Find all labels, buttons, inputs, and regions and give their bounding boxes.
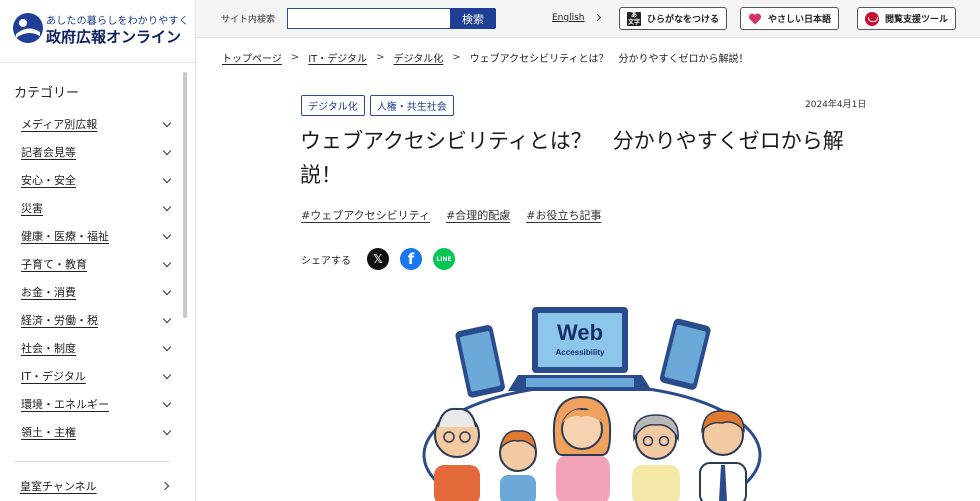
search-input[interactable] <box>287 8 450 29</box>
tag-digitalization[interactable]: デジタル化 <box>301 95 365 116</box>
breadcrumb-separator: > <box>452 52 461 63</box>
english-link[interactable]: English <box>552 13 585 23</box>
person-woman <box>552 395 612 501</box>
facebook-icon[interactable]: f <box>400 248 422 270</box>
publish-date: 2024年4月1日 <box>805 100 867 110</box>
sidebar-item-label: 皇室チャンネル <box>20 480 97 493</box>
hiragana-button-label: ひらがなをつける <box>647 15 720 25</box>
chevron-down-icon <box>162 146 172 155</box>
person-child <box>499 430 537 501</box>
logo-site-name: 政府広報オンライン <box>46 28 182 46</box>
sidebar-item-media[interactable]: メディア別広報 <box>14 110 178 138</box>
sidebar-item-environment[interactable]: 環境・エネルギー <box>14 390 178 418</box>
smartphone-left-icon <box>455 325 505 398</box>
chevron-down-icon <box>162 174 172 183</box>
breadcrumb-item-top[interactable]: トップページ <box>222 50 282 65</box>
sidebar-item-label: 安心・安全 <box>21 174 76 187</box>
top-header: サイト内検索 検索 English あ 文字 ひらがなをつける やさしい日本語 … <box>196 0 980 38</box>
sidebar-item-safety[interactable]: 安心・安全 <box>14 166 178 194</box>
kana-icon: あ 文字 <box>627 11 641 26</box>
web-accessibility-illustration: Web Accessibility <box>422 307 762 501</box>
sidebar-item-money[interactable]: お金・消費 <box>14 278 178 306</box>
category-list: メディア別広報 記者会見等 安心・安全 災害 健康・医療・福祉 子育て・教育 お… <box>14 110 178 446</box>
chevron-right-icon <box>160 481 170 491</box>
chevron-down-icon <box>162 286 172 295</box>
sidebar-item-label: メディア別広報 <box>21 118 98 131</box>
article-tags: デジタル化 人権・共生社会 <box>301 95 454 116</box>
sidebar-item-press[interactable]: 記者会見等 <box>14 138 178 166</box>
reading-tool-button[interactable]: 閲覧支援ツール <box>857 7 957 30</box>
breadcrumb-item-it-digital[interactable]: IT・デジタル <box>308 50 367 65</box>
hashtag-reasonable-accommodation[interactable]: #合理的配慮 <box>446 207 510 223</box>
screen-title: Web <box>557 320 603 345</box>
person-elderly-woman <box>632 414 680 501</box>
line-icon[interactable]: LINE <box>433 248 455 270</box>
sidebar-item-health[interactable]: 健康・医療・福祉 <box>14 222 178 250</box>
category-heading: カテゴリー <box>14 86 80 101</box>
sidebar-item-childcare[interactable]: 子育て・教育 <box>14 250 178 278</box>
logo-tagline: あしたの暮らしをわかりやすく <box>46 16 189 27</box>
chevron-right-icon <box>593 13 602 22</box>
chevron-down-icon <box>162 426 172 435</box>
easy-japanese-label: やさしい日本語 <box>768 15 832 25</box>
chevron-down-icon <box>162 314 172 323</box>
sidebar-item-label: IT・デジタル <box>21 370 86 383</box>
laptop-icon: Web Accessibility <box>508 307 652 391</box>
breadcrumb-current: ウェブアクセシビリティとは？ 分かりやすくゼロから解説！ <box>469 54 749 65</box>
person-elderly-man <box>434 407 480 501</box>
reading-tool-label: 閲覧支援ツール <box>885 15 949 25</box>
smartphone-right-icon <box>659 318 711 390</box>
hashtag-useful-articles[interactable]: #お役立ち記事 <box>526 207 601 223</box>
share-label: シェアする <box>301 255 351 267</box>
search-label: サイト内検索 <box>221 15 276 25</box>
chevron-down-icon <box>162 118 172 127</box>
chevron-down-icon <box>162 370 172 379</box>
sidebar-item-it-digital[interactable]: IT・デジタル <box>14 362 178 390</box>
breadcrumb-item-digitalization[interactable]: デジタル化 <box>393 50 443 65</box>
sidebar-item-label: 領土・主権 <box>21 426 76 439</box>
heart-icon <box>748 13 762 24</box>
chevron-down-icon <box>162 202 172 211</box>
sidebar-item-label: 記者会見等 <box>21 146 76 159</box>
chevron-down-icon <box>162 258 172 267</box>
screen-subtitle: Accessibility <box>556 348 605 357</box>
tag-human-rights[interactable]: 人権・共生社会 <box>369 95 454 116</box>
sidebar-item-label: 社会・制度 <box>21 342 76 355</box>
breadcrumb: トップページ > IT・デジタル > デジタル化 > ウェブアクセシビリティとは… <box>222 50 749 65</box>
hashtag-list: #ウェブアクセシビリティ #合理的配慮 #お役立ち記事 <box>301 207 601 223</box>
sidebar-item-economy[interactable]: 経済・労働・税 <box>14 306 178 334</box>
sidebar-item-label: 環境・エネルギー <box>21 398 109 411</box>
sidebar: あしたの暮らしをわかりやすく 政府広報オンライン カテゴリー メディア別広報 記… <box>0 0 196 501</box>
reading-tool-icon <box>865 11 879 26</box>
x-icon[interactable]: 𝕏 <box>367 248 389 270</box>
hiragana-button[interactable]: あ 文字 ひらがなをつける <box>619 7 728 30</box>
divider <box>0 62 195 63</box>
easy-japanese-button[interactable]: やさしい日本語 <box>740 7 840 30</box>
sidebar-item-territory[interactable]: 領土・主権 <box>14 418 178 446</box>
sidebar-item-label: お金・消費 <box>21 286 76 299</box>
breadcrumb-separator: > <box>290 52 300 63</box>
sidebar-item-label: 健康・医療・福祉 <box>21 230 109 243</box>
person-man <box>699 410 747 501</box>
site-logo[interactable]: あしたの暮らしをわかりやすく 政府広報オンライン <box>12 11 189 47</box>
sidebar-scrollbar[interactable] <box>183 72 187 318</box>
search-button[interactable]: 検索 <box>450 8 496 29</box>
divider <box>14 461 170 462</box>
hashtag-web-accessibility[interactable]: #ウェブアクセシビリティ <box>301 207 430 223</box>
breadcrumb-separator: > <box>376 52 385 63</box>
sidebar-item-disaster[interactable]: 災害 <box>14 194 178 222</box>
chevron-down-icon <box>162 398 172 407</box>
chevron-down-icon <box>162 230 172 239</box>
sidebar-item-label: 子育て・教育 <box>21 258 87 271</box>
sidebar-item-society[interactable]: 社会・制度 <box>14 334 178 362</box>
share-bar: シェアする 𝕏 f LINE <box>301 248 466 270</box>
sidebar-item-label: 経済・労働・税 <box>21 314 98 327</box>
article-title: ウェブアクセシビリティとは？ 分かりやすくゼロから解説！ <box>300 129 844 187</box>
sidebar-item-label: 災害 <box>21 202 43 215</box>
government-logo-icon <box>13 13 43 43</box>
chevron-down-icon <box>162 342 172 351</box>
sidebar-item-imperial-channel[interactable]: 皇室チャンネル <box>14 478 174 494</box>
